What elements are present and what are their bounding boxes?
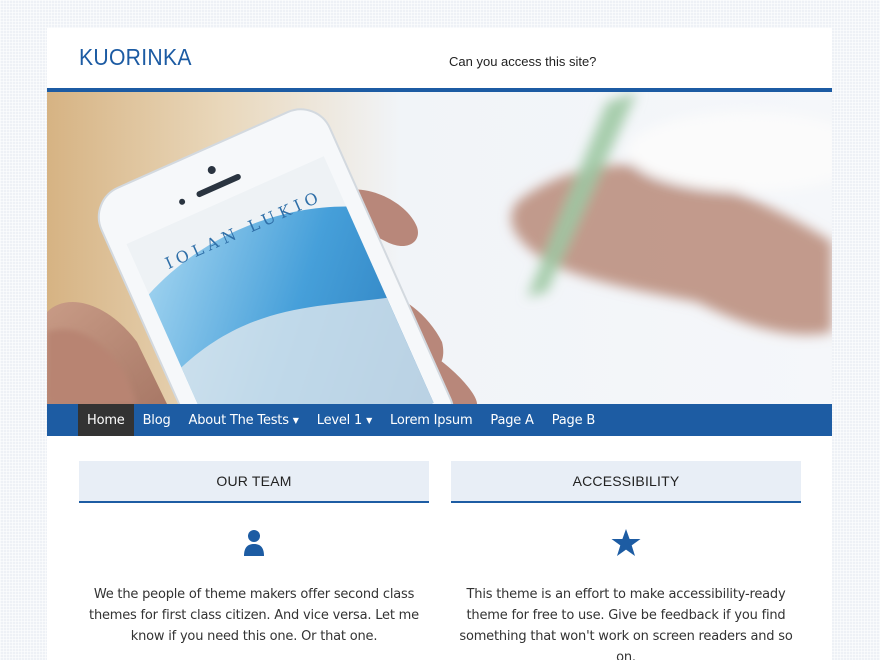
- nav-item-page-b[interactable]: Page B: [543, 404, 604, 436]
- page-container: KUORINKA Can you access this site? IOLAN…: [47, 28, 832, 660]
- nav-item-about-the-tests[interactable]: About The Tests ▼: [180, 404, 308, 436]
- site-title-link[interactable]: KUORINKA: [79, 44, 192, 71]
- nav-item-page-a[interactable]: Page A: [481, 404, 542, 436]
- widget-text: We the people of theme makers offer seco…: [89, 587, 419, 644]
- nav-item-label: Level 1: [316, 412, 363, 428]
- nav-item-label: Page B: [551, 412, 596, 428]
- widget-title: OUR TEAM: [79, 461, 429, 503]
- widget-title: ACCESSIBILITY: [451, 461, 801, 503]
- hero-photo: IOLAN LUKIO: [47, 92, 832, 404]
- nav-item-lorem-ipsum[interactable]: Lorem Ipsum: [381, 404, 481, 436]
- caret-down-icon: ▼: [366, 415, 373, 425]
- star-icon: [451, 513, 801, 573]
- main-navigation: Home Blog About The Tests ▼ Level 1 ▼ Lore…: [47, 404, 832, 436]
- nav-item-label: Home: [87, 412, 125, 428]
- site-header: KUORINKA Can you access this site?: [47, 28, 832, 92]
- widget-text: This theme is an effort to make accessib…: [459, 587, 793, 660]
- nav-item-label: About The Tests: [188, 412, 289, 428]
- person-icon: [79, 513, 429, 573]
- nav-item-level-1[interactable]: Level 1 ▼: [308, 404, 381, 436]
- widget-accessibility: ACCESSIBILITY This theme is an effort to…: [451, 461, 801, 660]
- site-description: Can you access this site?: [449, 54, 597, 69]
- nav-item-home[interactable]: Home: [78, 404, 134, 436]
- nav-item-label: Blog: [142, 412, 171, 428]
- nav-item-label: Page A: [490, 412, 534, 428]
- caret-down-icon: ▼: [292, 415, 299, 425]
- nav-item-label: Lorem Ipsum: [390, 412, 473, 428]
- nav-item-blog[interactable]: Blog: [134, 404, 180, 436]
- widget-our-team: OUR TEAM We the people of theme makers o…: [79, 461, 429, 647]
- header-image: IOLAN LUKIO: [47, 92, 832, 404]
